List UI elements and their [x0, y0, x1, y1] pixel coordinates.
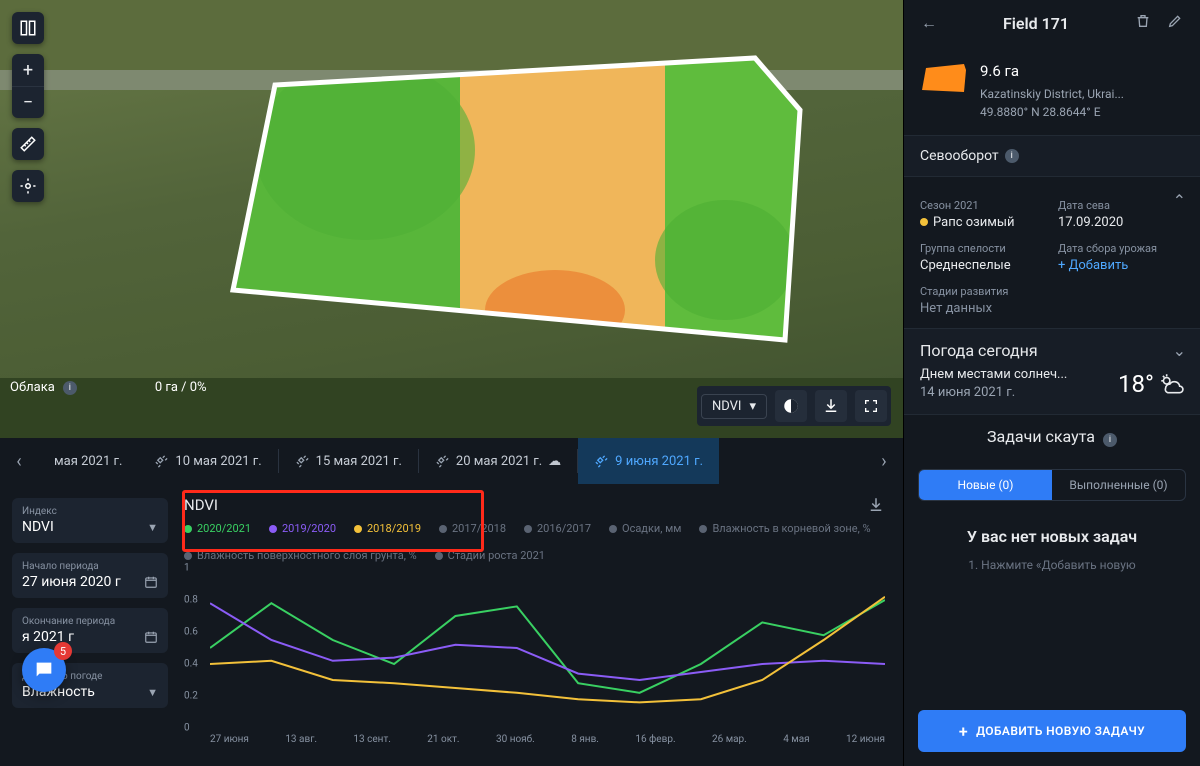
plus-icon: +	[959, 722, 968, 741]
legend-item[interactable]: Влажность поверхностного слоя грунта, %	[184, 549, 417, 562]
tab-done-tasks[interactable]: Выполненные (0)	[1052, 470, 1185, 500]
info-icon[interactable]: i	[1005, 149, 1019, 163]
field-district: Kazatinskiy District, Ukrai...	[980, 85, 1124, 103]
chevron-down-icon: ▾	[749, 399, 756, 414]
tab-new-tasks[interactable]: Новые (0)	[919, 470, 1052, 500]
calendar-icon	[144, 575, 158, 589]
chevron-down-icon: ▼	[147, 686, 158, 699]
sidebar: ← Field 171 9.6 га Kazatinskiy District,…	[903, 0, 1200, 766]
date-label: 10 мая 2021 г.	[175, 454, 261, 469]
weather-block: Погода сегодня ⌄ Днем местами солнеч... …	[904, 328, 1200, 414]
crop-rotation-block: Севооборот i	[904, 135, 1200, 176]
fullscreen-button[interactable]	[855, 390, 887, 422]
cloud-icon: ☁	[548, 454, 561, 469]
date-label: мая 2021 г.	[54, 454, 122, 469]
chart-controls: Индекс NDVI▼ Начало периода 27 июня 2020…	[0, 484, 180, 766]
expand-button[interactable]: ⌄	[1173, 341, 1186, 360]
cloud-cover-bar: Облака i 0 га / 0%	[10, 380, 207, 395]
cloud-value: 0 га / 0%	[155, 380, 207, 395]
measure-button[interactable]	[12, 128, 44, 160]
chart-area: NDVI 2020/2021 2019/2020 2018/2019 2017/201…	[180, 484, 903, 766]
scout-heading: Задачи скаута	[987, 427, 1095, 446]
season-block: ⌃ Сезон 2021 Рапс озимый Дата сева 17.09…	[904, 176, 1200, 328]
period-end-select[interactable]: Окончание периода я 2021 г	[12, 608, 168, 653]
zoom-in-button[interactable]: +	[12, 54, 44, 86]
info-icon[interactable]: i	[63, 381, 77, 395]
crop-name: Рапс озимый	[933, 215, 1015, 230]
legend-item[interactable]: 2017/2018	[439, 522, 506, 535]
split-view-button[interactable]	[12, 12, 44, 44]
map-toolbar: + −	[12, 12, 44, 202]
legend-item[interactable]: 2019/2020	[269, 522, 336, 535]
legend-item[interactable]: Осадки, мм	[609, 522, 681, 535]
date-item[interactable]: 20 мая 2021 г. ☁	[419, 438, 577, 484]
chart-download-button[interactable]	[867, 496, 885, 518]
weather-desc: Днем местами солнеч...	[920, 366, 1067, 384]
edit-button[interactable]	[1164, 13, 1186, 33]
legend-item[interactable]: 2018/2019	[354, 522, 421, 535]
date-strip: ‹ мая 2021 г. 10 мая 2021 г. 15 мая 2021…	[0, 438, 903, 484]
locate-button[interactable]	[12, 170, 44, 202]
maturity-group: Среднеспелые	[920, 258, 1046, 273]
scout-block: Задачи скаута i	[904, 414, 1200, 459]
chat-badge: 5	[54, 642, 72, 660]
info-icon[interactable]: i	[1103, 433, 1117, 447]
sidebar-header: ← Field 171	[904, 0, 1200, 46]
field-polygon[interactable]	[225, 50, 815, 360]
crop-color-dot	[920, 218, 928, 226]
field-shape-icon	[920, 60, 968, 96]
zoom-out-button[interactable]: −	[12, 86, 44, 118]
chart-panel: Индекс NDVI▼ Начало периода 27 июня 2020…	[0, 484, 903, 766]
collapse-button[interactable]: ⌃	[1173, 191, 1186, 210]
empty-tasks: У вас нет новых задач 1. Нажмите «Добави…	[904, 501, 1200, 578]
weather-temp: 18°	[1118, 370, 1184, 398]
empty-title: У вас нет новых задач	[920, 527, 1184, 546]
add-harvest-date[interactable]: + Добавить	[1058, 258, 1184, 273]
legend-item[interactable]: 2016/2017	[524, 522, 591, 535]
chart-legend: 2020/2021 2019/2020 2018/2019 2017/2018 2016…	[184, 522, 885, 562]
add-task-button[interactable]: + ДОБАВИТЬ НОВУЮ ЗАДАЧУ	[918, 710, 1186, 752]
layer-value: NDVI	[712, 399, 741, 414]
field-info: 9.6 га Kazatinskiy District, Ukrai... 49…	[904, 46, 1200, 135]
field-area: 9.6 га	[980, 60, 1124, 83]
date-item[interactable]: 15 мая 2021 г.	[279, 438, 418, 484]
rotation-heading: Севооборот	[920, 148, 999, 164]
index-select[interactable]: Индекс NDVI▼	[12, 498, 168, 543]
back-button[interactable]: ←	[918, 13, 940, 33]
chart-canvas[interactable]: 00.20.40.60.81 27 июня13 авг.13 сент.21 …	[184, 568, 885, 748]
date-label: 9 июня 2021 г.	[615, 454, 703, 469]
legend-item[interactable]: Влажность в корневой зоне, %	[699, 522, 870, 535]
download-button[interactable]	[815, 390, 847, 422]
growth-stage: Нет данных	[920, 301, 1184, 316]
date-label: 20 мая 2021 г.	[456, 454, 542, 469]
weather-heading: Погода сегодня	[920, 341, 1038, 360]
field-coords: 49.8880° N 28.8644° E	[980, 103, 1124, 121]
empty-hint: 1. Нажмите «Добавить новую	[920, 558, 1184, 572]
delete-button[interactable]	[1132, 13, 1154, 33]
weather-date: 14 июня 2021 г.	[920, 384, 1067, 402]
chevron-down-icon: ▼	[147, 521, 158, 534]
cloud-label: Облака	[10, 380, 55, 395]
map[interactable]: + − Облака i 0 га / 0% NDVI ▾	[0, 0, 903, 438]
sun-cloud-icon	[1158, 371, 1184, 397]
date-item[interactable]: 10 мая 2021 г.	[138, 438, 277, 484]
legend-item[interactable]: Стадии роста 2021	[435, 549, 545, 562]
field-title: Field 171	[950, 14, 1122, 33]
date-item[interactable]: 9 июня 2021 г.	[578, 438, 719, 484]
period-start-select[interactable]: Начало периода 27 июня 2020 г	[12, 553, 168, 598]
date-prev[interactable]: ‹	[0, 438, 38, 484]
layer-select[interactable]: NDVI ▾	[701, 394, 767, 419]
scout-tabs: Новые (0) Выполненные (0)	[918, 469, 1186, 501]
layer-controls: NDVI ▾	[697, 386, 891, 426]
contrast-button[interactable]	[775, 390, 807, 422]
legend-item[interactable]: 2020/2021	[184, 522, 251, 535]
calendar-icon	[144, 630, 158, 644]
date-item[interactable]: мая 2021 г.	[38, 438, 138, 484]
date-next[interactable]: ›	[865, 438, 903, 484]
date-label: 15 мая 2021 г.	[316, 454, 402, 469]
chart-title: NDVI	[184, 496, 885, 514]
sowing-date: 17.09.2020	[1058, 215, 1184, 230]
